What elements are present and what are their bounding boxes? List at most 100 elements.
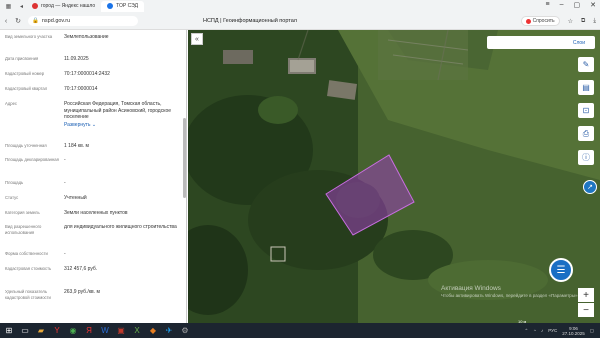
row-value: 70:17:0000014:2432 [64, 71, 110, 77]
close-icon[interactable]: ✕ [590, 1, 596, 9]
info-row: Площадь декларированная - [5, 157, 181, 164]
info-row: Вид земельного участка Землепользование [5, 34, 181, 41]
row-value: 70:17:0000014 [64, 86, 98, 92]
row-value: - [64, 180, 66, 186]
row-value: 263,9 руб./кв. м [64, 289, 100, 295]
ask-button[interactable]: Спросить [520, 16, 560, 26]
chat-button[interactable]: ☰ [549, 258, 573, 282]
excel-icon[interactable]: X [130, 324, 144, 337]
messenger-icon[interactable]: ✈ [162, 324, 176, 337]
watermark-title: Активация Windows [441, 285, 501, 292]
app-icon[interactable]: ◆ [146, 324, 160, 337]
address-bar[interactable]: 🔒 nspd.gov.ru [28, 16, 138, 26]
windows-activation-watermark: Активация Windows Чтобы активировать Win… [441, 285, 579, 299]
measure-button[interactable]: ✎ [578, 57, 594, 72]
tray-arrow-icon[interactable]: ⌃ [524, 328, 528, 334]
parcel-info-panel: Вид земельного участка Землепользование … [0, 30, 187, 323]
clock[interactable]: 9:06 27.10.2025 [562, 326, 585, 336]
info-row: Статус Учтенный [5, 195, 181, 202]
zoom-in-button[interactable]: + [578, 288, 594, 302]
info-button[interactable]: ⓘ [578, 150, 594, 165]
row-value: Российская Федерация, Томская область, м… [64, 101, 181, 128]
info-row: Кадастровый номер 70:17:0000014:2432 [5, 71, 181, 78]
task-view-icon[interactable]: ▭ [18, 324, 32, 337]
language-indicator[interactable]: РУС [548, 328, 557, 333]
plus-icon: + [583, 289, 589, 301]
expand-link[interactable]: Развернуть ⌄ [64, 122, 96, 129]
row-label: Форма собственности [5, 251, 48, 256]
address-text: nspd.gov.ru [41, 18, 71, 24]
row-label: Дата присвоения [5, 56, 39, 61]
search-area-button[interactable]: ⊡ [578, 103, 594, 118]
share-button[interactable]: ↗ [583, 180, 597, 194]
extensions-icon[interactable]: ⧉ [581, 18, 585, 25]
zoom-out-button[interactable]: − [578, 303, 594, 317]
row-value: для индивидуального жилищного строительс… [64, 224, 177, 230]
row-label: Кадастровый квартал [5, 86, 48, 91]
row-label: Удельный показатель кадастровой стоимост… [5, 289, 51, 300]
info-row: Кадастровая стоимость 312 457,6 руб. [5, 266, 181, 273]
network-icon[interactable]: ◔ [533, 328, 536, 333]
pdf-icon[interactable]: ▣ [114, 324, 128, 337]
maximize-icon[interactable]: ▢ [574, 1, 581, 9]
chrome-icon[interactable]: ◉ [66, 324, 80, 337]
tab-label: ТОР СЭД [116, 3, 138, 9]
yandex-browser-icon[interactable]: Y [50, 324, 64, 337]
panel-scrollbar[interactable] [183, 118, 186, 198]
settings-icon[interactable]: ⚙ [178, 324, 192, 337]
volume-icon[interactable]: ♪ [541, 328, 543, 333]
system-tray: ⌃ ◔ ♪ РУС 9:06 27.10.2025 ▢ [524, 323, 594, 338]
row-label: Вид разрешенного использования [5, 224, 42, 235]
print-button[interactable]: ▤ [578, 80, 594, 95]
bookmark-icon[interactable]: ☆ [568, 18, 573, 25]
row-label: Площадь [5, 180, 24, 185]
row-value: - [64, 157, 66, 163]
download-icon[interactable]: ⤓ [593, 18, 596, 25]
notifications-icon[interactable]: ▢ [590, 328, 594, 334]
layers-label: Слои [572, 39, 585, 46]
tab-back-icon[interactable]: ◂ [17, 2, 26, 11]
watermark-subtitle: Чтобы активировать Windows, перейдите в … [441, 293, 579, 298]
row-value: 1 184 кв. м [64, 143, 89, 149]
select-area-icon: ⊡ [582, 106, 590, 115]
collapse-panel-button[interactable]: « [191, 33, 203, 45]
taskbar: ⊞ ▭ ▰ Y ◉ Я W ▣ X ◆ ✈ ⚙ ⌃ ◔ ♪ РУС 9:06 2… [0, 323, 600, 338]
info-icon: ⓘ [582, 153, 590, 162]
info-row: Адрес Российская Федерация, Томская обла… [5, 101, 181, 128]
browser-chrome: ▦ ◂ город — Яндекс нашло ТОР СЭД ≡ – ▢ ✕… [0, 0, 600, 30]
reload-icon[interactable]: ↻ [12, 17, 24, 25]
row-value: 11.09.2025 [64, 56, 89, 62]
row-value: Землепользование [64, 34, 109, 40]
print-map-button[interactable]: ⎙ [578, 126, 594, 141]
grid-icon[interactable]: ▦ [4, 2, 13, 11]
window-controls: ≡ – ▢ ✕ [546, 1, 597, 9]
clock-date: 27.10.2025 [562, 330, 585, 336]
row-label: Кадастровый номер [5, 71, 45, 76]
layers-button[interactable]: Слои [487, 36, 595, 49]
minimize-icon[interactable]: – [560, 1, 564, 9]
alice-icon [525, 18, 531, 24]
row-value: Земли населенных пунктов [64, 210, 128, 216]
row-label: Категория земель [5, 210, 40, 215]
menu-icon[interactable]: ≡ [546, 1, 550, 9]
print-icon: ▤ [582, 83, 590, 92]
tab-label: город — Яндекс нашло [41, 3, 96, 9]
info-row: Удельный показатель кадастровой стоимост… [5, 289, 181, 300]
row-label: Площадь декларированная [5, 157, 59, 162]
back-icon[interactable]: ‹ [0, 18, 12, 25]
row-label: Площадь уточненная [5, 143, 47, 148]
yandex-icon[interactable]: Я [82, 324, 96, 337]
tab-yandex[interactable]: город — Яндекс нашло [26, 1, 101, 12]
start-icon[interactable]: ⊞ [2, 324, 16, 337]
map-imagery [188, 30, 600, 323]
lock-icon: 🔒 [32, 18, 39, 24]
file-explorer-icon[interactable]: ▰ [34, 324, 48, 337]
row-label: Статус [5, 195, 19, 200]
satellite-map[interactable] [188, 30, 600, 323]
tab-sed[interactable]: ТОР СЭД [101, 0, 144, 12]
info-row: Площадь уточненная 1 184 кв. м [5, 143, 181, 150]
word-icon[interactable]: W [98, 324, 112, 337]
address-row: ‹ ↻ 🔒 nspd.gov.ru НСПД | Геоинформационн… [0, 12, 600, 30]
address-value: Российская Федерация, Томская область, м… [64, 101, 172, 120]
yandex-favicon-icon [32, 3, 38, 9]
